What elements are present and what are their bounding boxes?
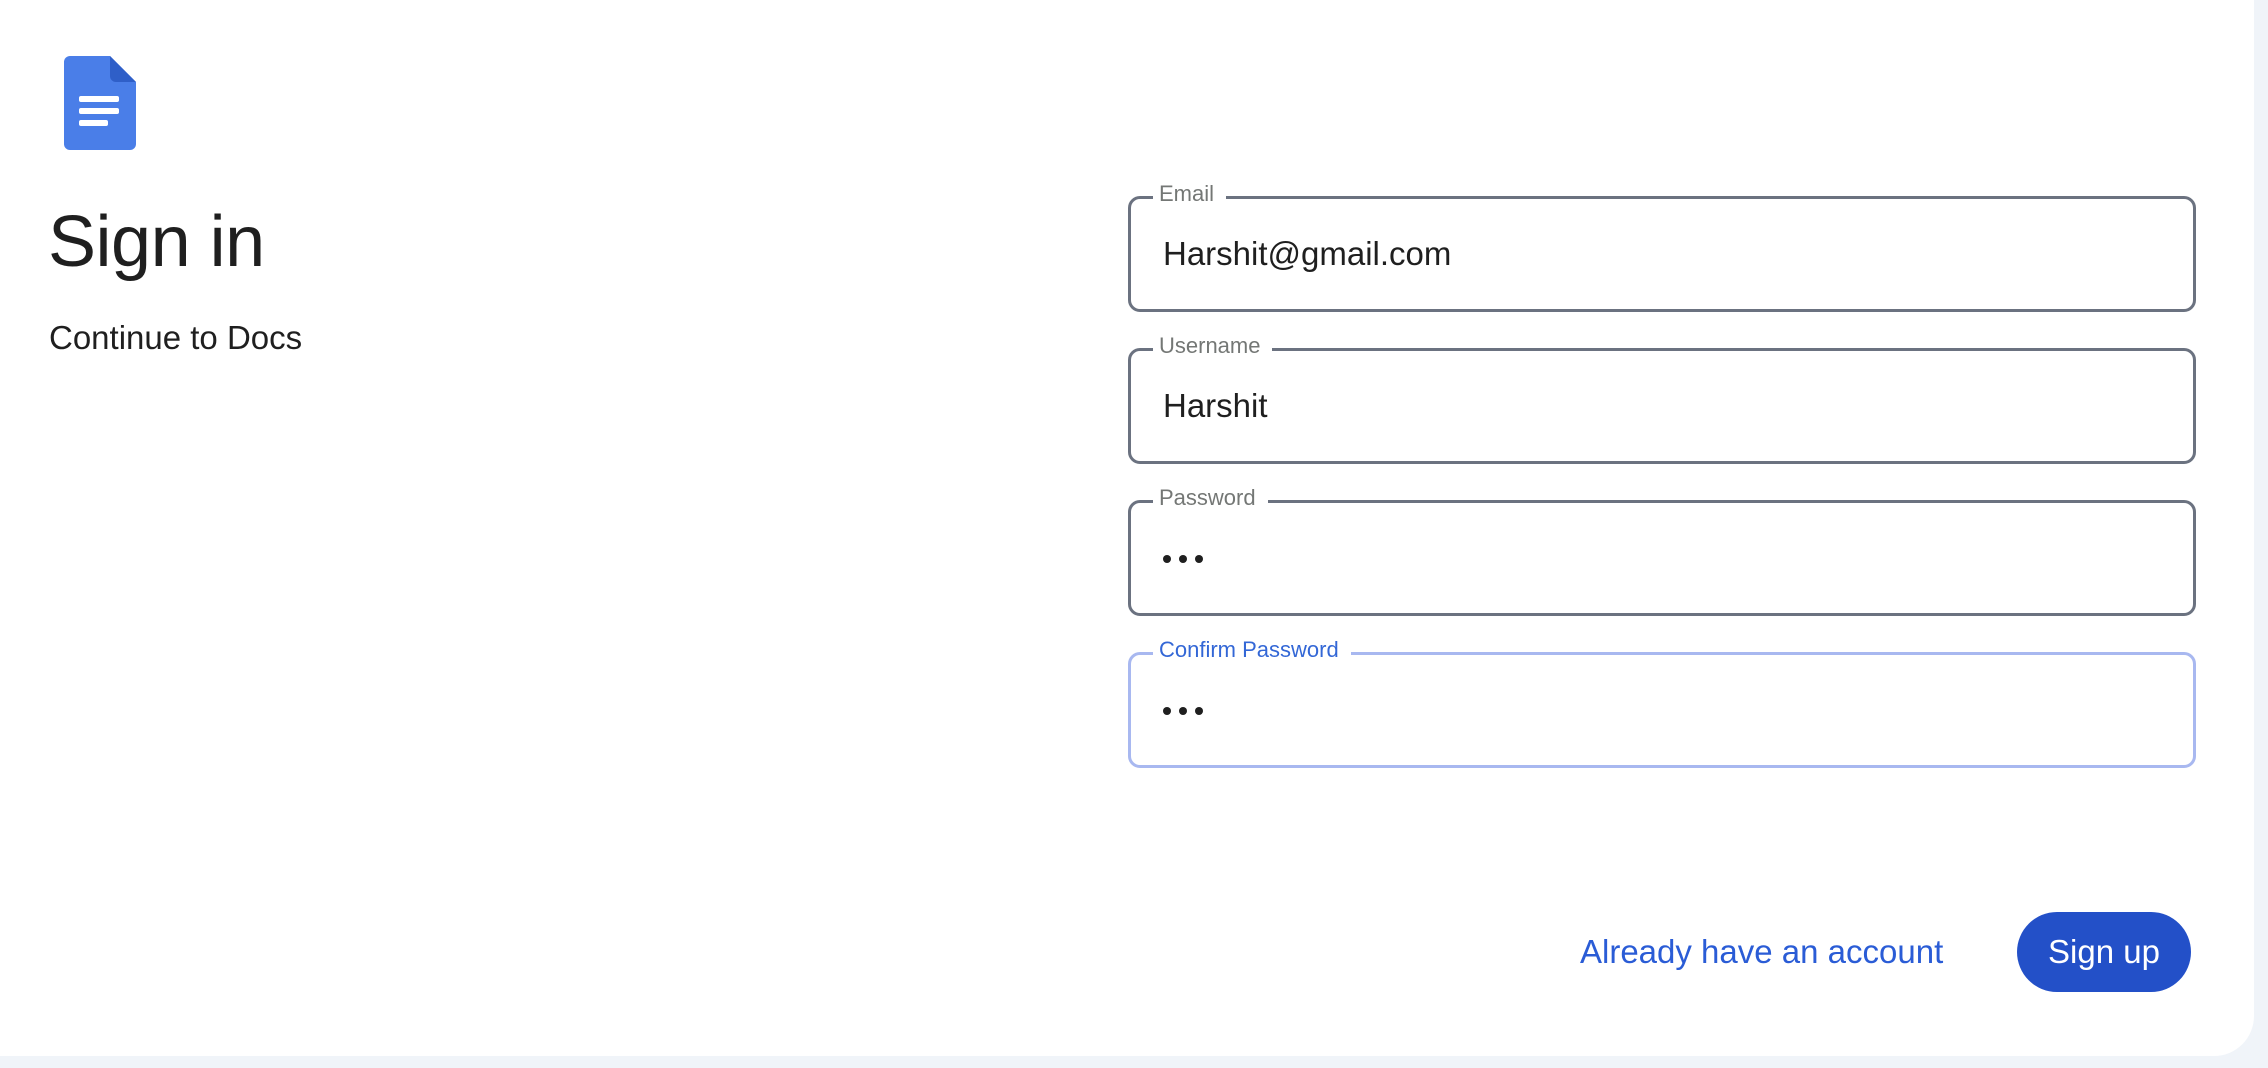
username-value[interactable]: Harshit xyxy=(1163,385,1268,427)
page-title: Sign in xyxy=(48,202,265,282)
confirm-password-label: Confirm Password xyxy=(1153,635,1351,665)
password-dot xyxy=(1195,555,1203,563)
sign-up-button[interactable]: Sign up xyxy=(2017,912,2191,992)
signup-card: Sign in Continue to Docs Email Harshit@g… xyxy=(0,0,2254,1056)
email-field[interactable]: Email Harshit@gmail.com xyxy=(1128,179,2196,312)
password-dot xyxy=(1163,707,1171,715)
confirm-password-masked-value[interactable] xyxy=(1163,691,1203,731)
password-masked-value[interactable] xyxy=(1163,539,1203,579)
confirm-password-field[interactable]: Confirm Password xyxy=(1128,635,2196,768)
password-dot xyxy=(1163,555,1171,563)
username-field[interactable]: Username Harshit xyxy=(1128,331,2196,464)
password-dot xyxy=(1179,555,1187,563)
email-value[interactable]: Harshit@gmail.com xyxy=(1163,233,1451,275)
page-subtitle: Continue to Docs xyxy=(49,319,303,356)
email-label: Email xyxy=(1153,179,1227,209)
username-label: Username xyxy=(1153,331,1273,361)
password-dot xyxy=(1195,707,1203,715)
password-label: Password xyxy=(1153,483,1268,513)
google-docs-icon xyxy=(64,56,136,150)
password-field[interactable]: Password xyxy=(1128,483,2196,616)
already-have-account-link[interactable]: Already have an account xyxy=(1580,930,1943,974)
password-dot xyxy=(1179,707,1187,715)
